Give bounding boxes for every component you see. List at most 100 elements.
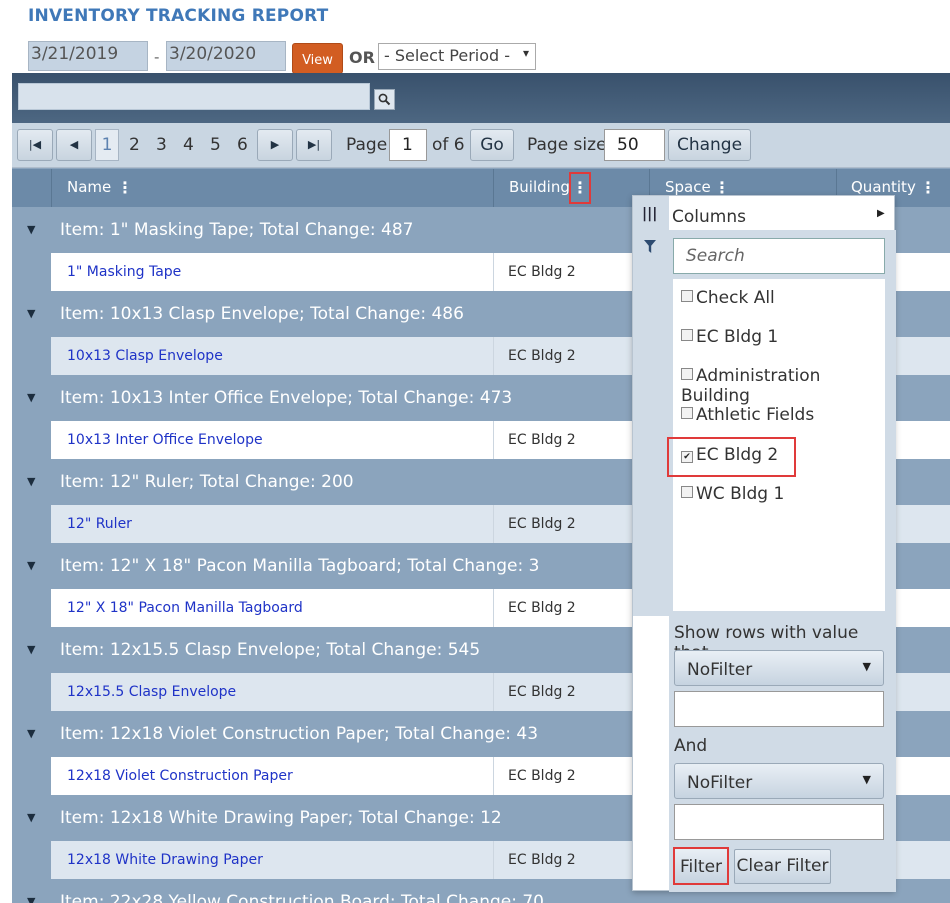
page-link-2[interactable]: 2 [129, 135, 140, 155]
item-link[interactable]: 12x18 White Drawing Paper [67, 852, 263, 868]
kebab-menu-icon[interactable]: ⋮ [117, 178, 133, 197]
collapse-icon[interactable]: ▼ [27, 223, 35, 236]
option-administration-building[interactable]: Administration Building [681, 366, 885, 406]
pager-bar: |◀ ◀ 1 2 3 4 5 6 ▶ ▶| Page: 1 of 6 Go Pa… [12, 123, 950, 168]
filter-button[interactable]: Filter [673, 847, 729, 885]
group-header-text: Item: 10x13 Inter Office Envelope; Total… [60, 388, 513, 408]
collapse-icon[interactable]: ▼ [27, 307, 35, 320]
condition-select-1-value: NoFilter [687, 660, 753, 680]
building-cell: EC Bldg 2 [508, 852, 576, 868]
page-size-label: Page size: [527, 135, 613, 155]
chevron-down-icon: ▼ [862, 773, 871, 786]
page-title: INVENTORY TRACKING REPORT [28, 6, 329, 26]
group-header-text: Item: 12x18 White Drawing Paper; Total C… [60, 808, 502, 828]
prev-page-icon[interactable]: ◀ [56, 129, 92, 161]
condition-select-2-value: NoFilter [687, 773, 753, 793]
checkbox-icon[interactable] [681, 407, 693, 419]
condition-select-1[interactable]: NoFilter ▼ [674, 650, 884, 686]
checkbox-icon[interactable] [681, 486, 693, 498]
option-check-all[interactable]: Check All [681, 288, 775, 308]
change-button[interactable]: Change [668, 129, 751, 161]
condition-value-1-input[interactable] [674, 691, 884, 727]
item-link[interactable]: 1" Masking Tape [67, 264, 181, 280]
page-link-1[interactable]: 1 [95, 129, 119, 161]
next-page-icon[interactable]: ▶ [257, 129, 293, 161]
group-header-text: Item: 22x28 Yellow Construction Board; T… [60, 892, 544, 903]
and-label: And [674, 736, 708, 756]
option-ec-bldg-1[interactable]: EC Bldg 1 [681, 327, 778, 347]
collapse-icon[interactable]: ▼ [27, 391, 35, 404]
view-button[interactable]: View [292, 43, 343, 74]
group-header-text: Item: 12" Ruler; Total Change: 200 [60, 472, 354, 492]
or-label: OR [349, 48, 375, 67]
building-cell: EC Bldg 2 [508, 348, 576, 364]
page-number-input[interactable]: 1 [389, 129, 427, 161]
date-to-input[interactable]: 3/20/2020 [166, 41, 286, 71]
period-select[interactable]: - Select Period - ▾ [378, 43, 536, 70]
column-header-quantity[interactable]: Quantity [851, 178, 916, 196]
collapse-icon[interactable]: ▼ [27, 559, 35, 572]
page-label: Page: [346, 135, 393, 155]
building-cell: EC Bldg 2 [508, 684, 576, 700]
collapse-icon[interactable]: ▼ [27, 895, 35, 903]
building-cell: EC Bldg 2 [508, 516, 576, 532]
first-page-icon[interactable]: |◀ [17, 129, 53, 161]
grid-search-bar [12, 73, 950, 123]
kebab-menu-icon[interactable]: ⋮ [569, 172, 591, 204]
page-size-input[interactable]: 50 [604, 129, 665, 161]
building-cell: EC Bldg 2 [508, 600, 576, 616]
chevron-down-icon: ▼ [862, 660, 871, 673]
chevron-down-icon: ▾ [522, 46, 529, 60]
building-cell: EC Bldg 2 [508, 432, 576, 448]
column-header-building[interactable]: Building [509, 178, 570, 196]
item-link[interactable]: 12x18 Violet Construction Paper [67, 768, 293, 784]
period-select-value: - Select Period - [384, 46, 511, 65]
condition-value-2-input[interactable] [674, 804, 884, 840]
checkbox-icon[interactable] [681, 368, 693, 380]
columns-menu-item[interactable]: Columns [672, 207, 746, 227]
popup-side-tabs [633, 196, 669, 616]
option-wc-bldg-1[interactable]: WC Bldg 1 [681, 484, 784, 504]
kebab-menu-icon[interactable]: ⋮ [920, 178, 936, 197]
group-header-text: Item: 12x18 Violet Construction Paper; T… [60, 724, 539, 744]
item-link[interactable]: 12x15.5 Clasp Envelope [67, 684, 236, 700]
checkbox-icon[interactable] [681, 329, 693, 341]
page-link-4[interactable]: 4 [183, 135, 194, 155]
collapse-icon[interactable]: ▼ [27, 727, 35, 740]
collapse-icon[interactable]: ▼ [27, 643, 35, 656]
column-header-space[interactable]: Space [665, 178, 711, 196]
item-link[interactable]: 12" Ruler [67, 516, 132, 532]
highlight-box [667, 437, 796, 477]
page-count-label: of 6 [432, 135, 465, 155]
date-separator: - [154, 48, 160, 66]
option-athletic-fields[interactable]: Athletic Fields [681, 405, 814, 425]
page-link-6[interactable]: 6 [237, 135, 248, 155]
page-link-5[interactable]: 5 [210, 135, 221, 155]
item-link[interactable]: 12" X 18" Pacon Manilla Tagboard [67, 600, 303, 616]
go-button[interactable]: Go [470, 129, 514, 161]
checkbox-icon[interactable] [681, 290, 693, 302]
group-header-text: Item: 12x15.5 Clasp Envelope; Total Chan… [60, 640, 481, 660]
group-header-text: Item: 1" Masking Tape; Total Change: 487 [60, 220, 414, 240]
column-divider [493, 169, 494, 207]
group-header-text: Item: 12" X 18" Pacon Manilla Tagboard; … [60, 556, 540, 576]
group-header-text: Item: 10x13 Clasp Envelope; Total Change… [60, 304, 464, 324]
item-link[interactable]: 10x13 Clasp Envelope [67, 348, 223, 364]
collapse-icon[interactable]: ▼ [27, 475, 35, 488]
building-cell: EC Bldg 2 [508, 768, 576, 784]
condition-select-2[interactable]: NoFilter ▼ [674, 763, 884, 799]
date-from-input[interactable]: 3/21/2019 [28, 41, 148, 71]
clear-filter-button[interactable]: Clear Filter [734, 849, 831, 884]
item-link[interactable]: 10x13 Inter Office Envelope [67, 432, 263, 448]
last-page-icon[interactable]: ▶| [296, 129, 332, 161]
grid-search-input[interactable] [18, 83, 370, 110]
collapse-icon[interactable]: ▼ [27, 811, 35, 824]
filter-search-input[interactable]: Search [673, 238, 885, 274]
chevron-right-icon: ▶ [877, 208, 885, 219]
column-header-name[interactable]: Name [67, 178, 111, 196]
columns-icon[interactable]: ||| [642, 206, 657, 222]
column-divider [51, 169, 52, 207]
search-icon[interactable] [374, 89, 395, 110]
filter-icon[interactable] [644, 240, 656, 257]
page-link-3[interactable]: 3 [156, 135, 167, 155]
